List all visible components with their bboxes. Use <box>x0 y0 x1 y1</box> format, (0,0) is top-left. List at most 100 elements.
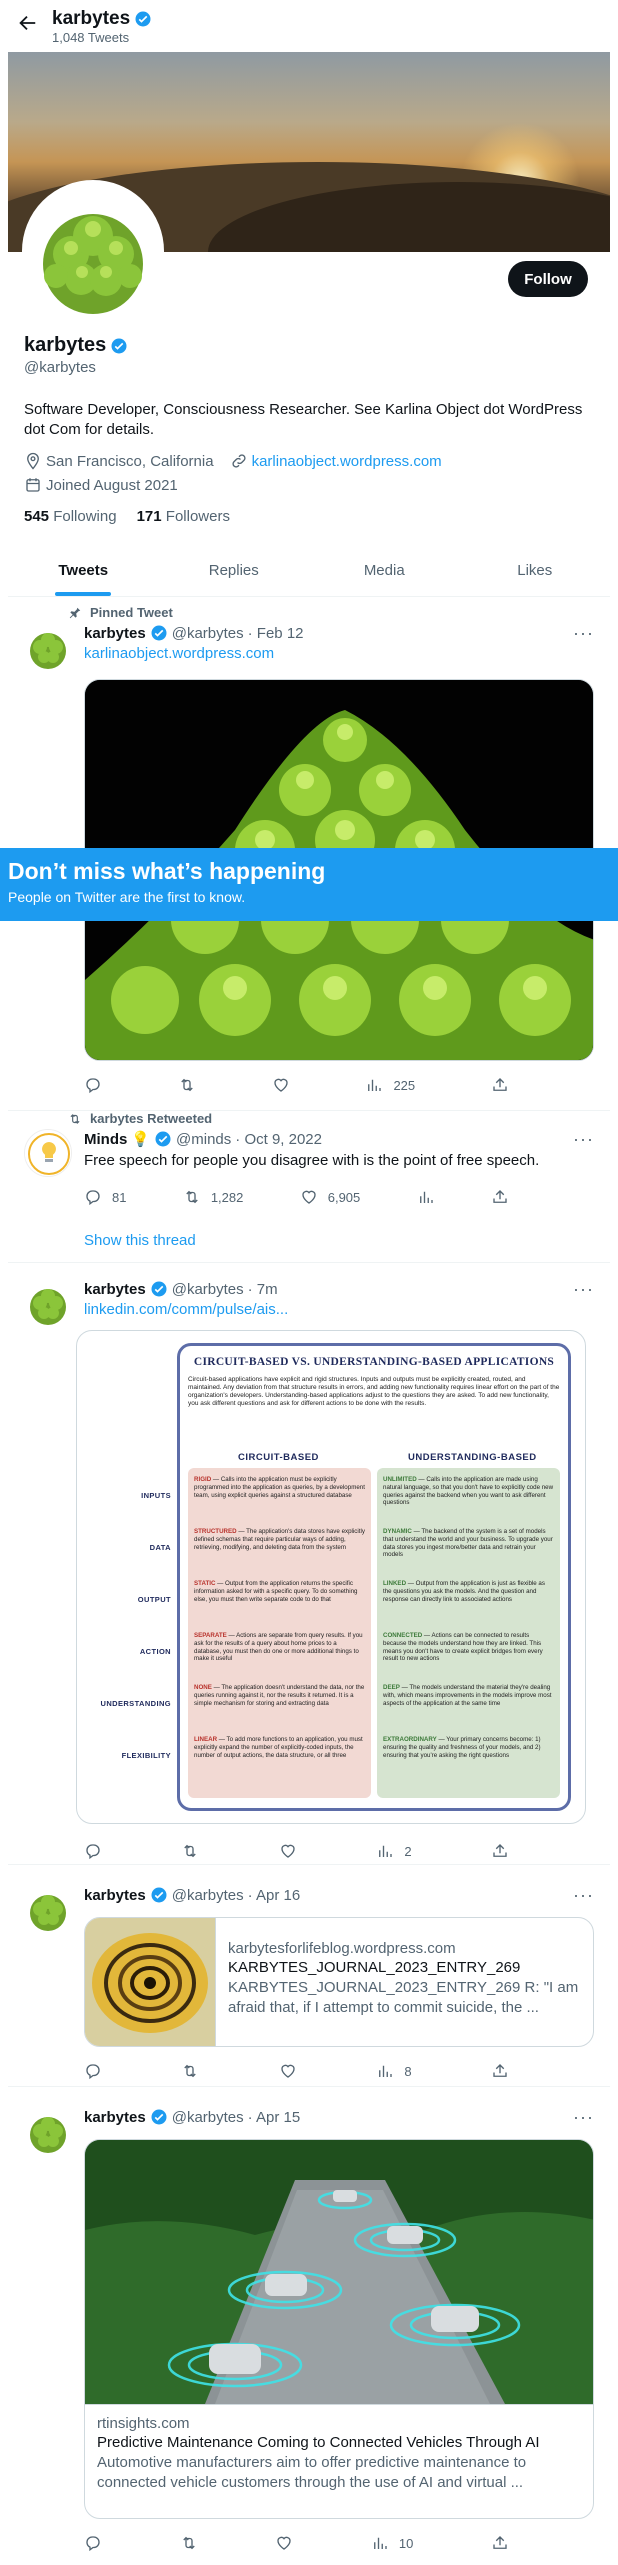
share-button[interactable] <box>491 1841 509 1861</box>
tweet-author-handle[interactable]: @karbytes <box>172 1281 244 1298</box>
views-button[interactable]: 225 <box>365 1075 415 1095</box>
share-button[interactable] <box>491 1187 509 1207</box>
views-button[interactable]: 8 <box>376 2061 412 2081</box>
calendar-icon <box>26 478 40 492</box>
retweet-button[interactable] <box>180 2533 198 2553</box>
tweet[interactable]: ··· karbytes @karbytes · Apr 15 rtinsigh… <box>8 2087 610 2565</box>
tweet-author-handle[interactable]: @karbytes <box>172 2109 244 2126</box>
retweet-button[interactable]: 1,282 <box>183 1187 243 1207</box>
share-button[interactable] <box>491 2533 509 2553</box>
tweet-author-handle[interactable]: @karbytes <box>172 625 244 642</box>
tweet-avatar[interactable] <box>24 2107 72 2155</box>
share-icon <box>493 1078 507 1091</box>
join-date: Joined August 2021 <box>24 476 178 494</box>
tab-replies[interactable]: Replies <box>159 544 310 596</box>
verified-badge-icon <box>155 1131 171 1147</box>
tweet-text: Free speech for people you disagree with… <box>84 1152 540 1169</box>
reply-button[interactable] <box>84 1841 102 1861</box>
tab-media[interactable]: Media <box>309 544 460 596</box>
header-name: karbytes <box>52 7 131 29</box>
show-thread-link[interactable]: Show this thread <box>84 1232 196 1249</box>
profile-info: karbytes @karbytes Software Developer, C… <box>24 334 594 525</box>
retweet-icon <box>184 2064 197 2078</box>
reply-icon <box>86 2536 100 2552</box>
location: San Francisco, California <box>24 452 214 470</box>
understanding-cell: DYNAMIC — The backend of the system is a… <box>383 1528 553 1559</box>
tweet-author-handle[interactable]: @karbytes <box>172 1887 244 1904</box>
profile-name: karbytes <box>24 334 107 356</box>
tweet-date[interactable]: · Apr 16 <box>248 1887 301 1904</box>
heart-icon <box>281 2064 295 2078</box>
circuit-cell: NONE — The application doesn't understan… <box>194 1684 365 1707</box>
like-button[interactable]: 6,905 <box>300 1187 360 1207</box>
link-card[interactable]: rtinsights.com Predictive Maintenance Co… <box>84 2139 594 2519</box>
follow-button[interactable]: Follow <box>508 261 588 297</box>
tweet-avatar[interactable] <box>24 1279 72 1327</box>
like-button[interactable] <box>279 1841 297 1861</box>
link-card[interactable]: karbytesforlifeblog.wordpress.com KARBYT… <box>84 1917 594 2047</box>
tweet-author-name[interactable]: Minds <box>84 1131 127 1148</box>
back-arrow-icon[interactable] <box>16 12 52 40</box>
views-button[interactable]: 10 <box>371 2533 413 2553</box>
like-button[interactable] <box>279 2061 297 2081</box>
tweet-author-handle[interactable]: @minds <box>176 1131 231 1148</box>
profile-avatar[interactable] <box>22 180 164 322</box>
reply-button[interactable] <box>84 2061 102 2081</box>
tweet-link[interactable]: karlinaobject.wordpress.com <box>84 645 594 662</box>
views-button[interactable] <box>417 1187 435 1207</box>
tweet-avatar[interactable] <box>24 623 72 671</box>
tab-tweets[interactable]: Tweets <box>8 544 159 596</box>
website-link[interactable]: karlinaobject.wordpress.com <box>252 453 442 470</box>
circuit-based-column: RIGID — Calls into the application must … <box>188 1468 371 1798</box>
tweet-date[interactable]: · Apr 15 <box>248 2109 301 2126</box>
verified-badge-icon <box>111 338 127 353</box>
reply-icon <box>86 2064 100 2080</box>
understanding-cell: DEEP — The models understand the materia… <box>383 1684 552 1707</box>
reply-icon <box>86 1078 100 1094</box>
understanding-cell: CONNECTED — Actions can be connected to … <box>383 1632 543 1663</box>
tweet-date[interactable]: · 7m <box>248 1281 278 1298</box>
infographic-image[interactable]: INPUTS DATA OUTPUT ACTION UNDERSTANDING … <box>76 1330 586 1824</box>
location-pin-icon <box>27 452 39 470</box>
tweet-author-name[interactable]: karbytes <box>84 1281 146 1298</box>
tab-likes[interactable]: Likes <box>460 544 611 596</box>
share-button[interactable] <box>491 1075 509 1095</box>
reply-button[interactable]: 81 <box>84 1187 126 1207</box>
tweet-author-name[interactable]: karbytes <box>84 2109 146 2126</box>
like-button[interactable] <box>275 2533 293 2553</box>
share-icon <box>493 2064 507 2077</box>
share-button[interactable] <box>491 2061 509 2081</box>
views-chart-icon <box>379 1845 392 1857</box>
circuit-cell: LINEAR — To add more functions to an app… <box>194 1736 363 1759</box>
reply-button[interactable] <box>84 1075 102 1095</box>
views-button[interactable]: 2 <box>376 1841 412 1861</box>
link-card-description: Automotive manufacturers aim to offer pr… <box>97 2454 527 2491</box>
tweet-author-name[interactable]: karbytes <box>84 1887 146 1904</box>
retweet-icon <box>184 1844 197 1858</box>
views-chart-icon <box>373 2537 387 2549</box>
tweet-link[interactable]: linkedin.com/comm/pulse/ais... <box>84 1301 594 1318</box>
tweet-avatar[interactable] <box>24 1885 72 1933</box>
followers-link[interactable]: 171 Followers <box>137 508 230 525</box>
signup-prompt-title: Don’t miss what’s happening <box>8 858 326 884</box>
tweet-avatar[interactable] <box>24 1129 72 1177</box>
retweet-button[interactable] <box>181 1841 199 1861</box>
views-chart-icon <box>419 1191 433 1203</box>
tweet-author-name[interactable]: karbytes <box>84 625 146 642</box>
signup-prompt-banner: Don’t miss what’s happening People on Tw… <box>0 848 618 921</box>
views-chart-icon <box>379 2065 392 2077</box>
verified-badge-icon <box>151 625 167 641</box>
tweet[interactable]: ··· karbytes @karbytes · Apr 16 karbytes… <box>8 1865 610 2087</box>
column-header-understanding: UNDERSTANDING-BASED <box>408 1452 537 1463</box>
retweet-button[interactable] <box>178 1075 196 1095</box>
reply-button[interactable] <box>84 2533 102 2553</box>
tweet-date[interactable]: · Oct 9, 2022 <box>235 1131 322 1148</box>
tweet-date[interactable]: · Feb 12 <box>248 625 304 642</box>
like-button[interactable] <box>272 1075 290 1095</box>
share-icon <box>493 1190 507 1203</box>
verified-badge-icon <box>151 2109 167 2125</box>
following-link[interactable]: 545 Following <box>24 508 117 525</box>
website[interactable]: karlinaobject.wordpress.com <box>230 452 442 470</box>
retweet-button[interactable] <box>181 2061 199 2081</box>
infographic-intro: Circuit-based applications have explicit… <box>188 1376 560 1407</box>
